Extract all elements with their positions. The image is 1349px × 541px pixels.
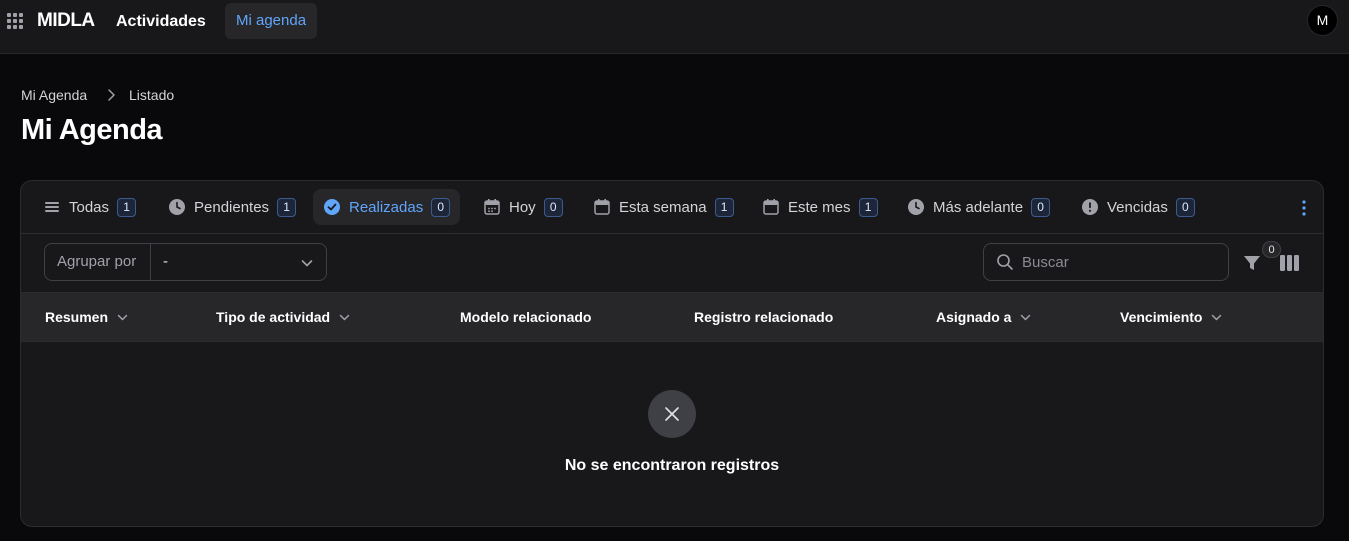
group-by-select[interactable]: Agrupar por -: [44, 243, 327, 281]
column-header-label: Tipo de actividad: [216, 309, 331, 325]
column-header-resumen[interactable]: Resumen: [45, 309, 129, 325]
tab-label: Vencidas: [1107, 198, 1168, 216]
column-header-asignado-a[interactable]: Asignado a: [936, 309, 1032, 325]
column-header-registro-relacionado: Registro relacionado: [694, 309, 833, 325]
tab-label: Hoy: [509, 198, 536, 216]
alert-circle-icon: [1082, 199, 1098, 215]
tab-label: Esta semana: [619, 198, 707, 216]
tab-count-badge: 1: [117, 197, 137, 217]
tab-count-badge: 1: [714, 197, 734, 217]
group-by-selected: -: [163, 253, 168, 270]
user-avatar[interactable]: M: [1307, 5, 1338, 36]
tab-label: Más adelante: [933, 198, 1024, 216]
calendar-icon: [484, 199, 500, 215]
chevron-down-icon: [1021, 314, 1031, 320]
brand-logo[interactable]: MIDLA: [37, 10, 95, 32]
chevron-down-icon: [117, 314, 128, 320]
nav-actividades[interactable]: Actividades: [116, 13, 206, 31]
search-icon: [997, 254, 1013, 270]
column-header-tipo-de-actividad[interactable]: Tipo de actividad: [216, 309, 351, 325]
breadcrumb-item-mi-agenda[interactable]: Mi Agenda: [21, 87, 87, 103]
clock-icon: [908, 199, 924, 215]
column-header-label: Asignado a: [936, 309, 1012, 325]
tab-vencidas[interactable]: Vencidas 0: [1071, 189, 1205, 225]
tab-label: Realizadas: [349, 198, 424, 216]
empty-state-icon-wrapper: [648, 390, 696, 438]
check-circle-icon: [324, 199, 340, 215]
table-header: Resumen Tipo de actividad Modelo relacio…: [21, 293, 1323, 342]
tab-este-mes[interactable]: Este mes 1: [752, 189, 888, 225]
chevron-down-icon: [1212, 314, 1222, 320]
list-icon: [45, 202, 59, 212]
tab-count-badge: 1: [858, 197, 878, 217]
column-header-vencimiento[interactable]: Vencimiento: [1120, 309, 1223, 325]
chevron-down-icon: [301, 260, 313, 267]
empty-state-message: No se encontraron registros: [564, 457, 780, 474]
tab-esta-semana[interactable]: Esta semana 1: [583, 189, 744, 225]
tab-hoy[interactable]: Hoy 0: [473, 189, 573, 225]
tab-todas[interactable]: Todas 1: [33, 189, 146, 225]
tab-label: Este mes: [788, 198, 851, 216]
filter-tabs: Todas 1 Pendientes 1 Realizadas 0 Hoy 0 …: [21, 181, 1323, 234]
filter-count-badge: 0: [1262, 241, 1281, 258]
group-by-label: Agrupar por: [45, 244, 151, 280]
chevron-down-icon: [339, 314, 350, 320]
records-table-card: Todas 1 Pendientes 1 Realizadas 0 Hoy 0 …: [20, 180, 1324, 527]
tab-mas-adelante[interactable]: Más adelante 0: [897, 189, 1060, 225]
apps-grid-icon[interactable]: [7, 13, 23, 29]
tab-pendientes[interactable]: Pendientes 1: [158, 189, 306, 225]
chevron-right-icon: [108, 89, 115, 101]
nav-mi-agenda[interactable]: Mi agenda: [225, 3, 318, 39]
column-header-label: Modelo relacionado: [460, 309, 592, 325]
column-header-label: Registro relacionado: [694, 309, 834, 325]
tab-realizadas[interactable]: Realizadas 0: [313, 189, 461, 225]
search-input[interactable]: [1022, 253, 1212, 271]
column-header-modelo-relacionado: Modelo relacionado: [460, 309, 591, 325]
tab-label: Todas: [69, 198, 110, 216]
tab-count-badge: 0: [1031, 197, 1051, 217]
clock-icon: [169, 199, 185, 215]
calendar-icon: [763, 199, 779, 215]
search-box[interactable]: [983, 243, 1229, 281]
table-toolbar: Agrupar por - 0: [21, 234, 1323, 293]
column-header-label: Vencimiento: [1120, 309, 1203, 325]
tab-count-badge: 1: [277, 197, 297, 217]
tab-label: Pendientes: [194, 198, 270, 216]
column-header-label: Resumen: [45, 309, 109, 325]
tab-count-badge: 0: [543, 197, 563, 217]
page-title: Mi Agenda: [21, 114, 163, 146]
filter-icon[interactable]: [1243, 254, 1261, 272]
breadcrumb-item-listado: Listado: [129, 87, 175, 103]
columns-icon[interactable]: [1280, 255, 1299, 271]
tab-count-badge: 0: [1175, 197, 1195, 217]
close-icon: [665, 407, 679, 421]
calendar-icon: [594, 199, 610, 215]
top-navbar: MIDLA Actividades Mi agenda M: [0, 0, 1349, 54]
group-by-value[interactable]: -: [151, 244, 326, 280]
more-vertical-icon[interactable]: [1301, 199, 1307, 217]
tab-count-badge: 0: [431, 197, 451, 217]
